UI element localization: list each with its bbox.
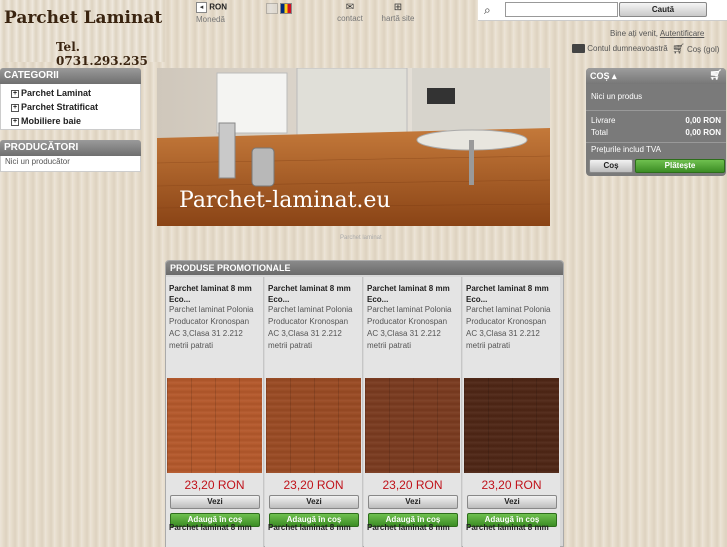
product-price: 23,20 RON xyxy=(382,478,443,492)
product-title-next[interactable]: Parchet laminat 8 mm xyxy=(367,523,450,532)
plus-icon[interactable]: + xyxy=(11,117,19,126)
login-link[interactable]: Autentificare xyxy=(660,29,704,38)
site-logo[interactable]: Parchet Laminat Tel. 0731.293.235 xyxy=(0,0,165,68)
currency-arrow-icon: ◂ xyxy=(196,2,207,13)
view-button[interactable]: Vezi xyxy=(368,495,458,509)
total-value: 0,00 RON xyxy=(685,128,721,137)
product-card: Parchet laminat 8 mm Eco... Parchet lami… xyxy=(265,277,363,547)
product-image[interactable] xyxy=(365,378,460,473)
category-label: Mobiliere baie xyxy=(21,116,82,126)
shipping-label: Livrare xyxy=(591,116,616,125)
product-description: Parchet laminat Polonia Producator Krono… xyxy=(268,305,353,350)
product-title[interactable]: Parchet laminat 8 mm Eco... xyxy=(466,283,558,305)
account-link-label: Contul dumneavoastră xyxy=(587,44,668,53)
cart-panel: COȘ ▴ 🛒︎ Nici un produs Livrare 0,00 RON … xyxy=(586,68,726,176)
category-label: Parchet Stratificat xyxy=(21,102,99,112)
cart-shipping-row: Livrare 0,00 RON xyxy=(586,115,726,127)
product-description: Parchet laminat Polonia Producator Krono… xyxy=(367,305,452,350)
contact-label: contact xyxy=(337,14,363,23)
category-item-mobiliere-baie[interactable]: + Mobiliere baie xyxy=(1,114,140,128)
vat-note: Prețurile includ TVA xyxy=(591,145,661,154)
producers-panel: PRODUCĂTORI Nici un producător xyxy=(0,140,141,172)
plus-icon[interactable]: + xyxy=(11,103,19,112)
search-input[interactable] xyxy=(505,2,618,17)
product-image[interactable] xyxy=(266,378,361,473)
product-description: Parchet laminat Polonia Producator Krono… xyxy=(466,305,551,350)
collapse-arrow-icon[interactable]: ▴ xyxy=(612,71,617,81)
view-button[interactable]: Vezi xyxy=(467,495,557,509)
product-image[interactable] xyxy=(167,378,262,473)
cart-divider xyxy=(586,142,726,143)
currency-label: Monedă xyxy=(196,15,225,24)
product-title-next[interactable]: Parchet laminat 8 mm xyxy=(466,523,549,532)
product-description: Parchet laminat Polonia Producator Krono… xyxy=(169,305,254,350)
producers-empty-text: Nici un producător xyxy=(0,156,141,172)
category-label: Parchet Laminat xyxy=(21,88,92,98)
currency-selector[interactable]: ◂ RON xyxy=(196,2,227,13)
cart-total-row: Total 0,00 RON xyxy=(586,127,726,139)
category-item-parchet-stratificat[interactable]: + Parchet Stratificat xyxy=(1,100,140,114)
checkout-button[interactable]: Plătește xyxy=(635,159,725,173)
cart-icon: 🛒︎ xyxy=(672,44,685,55)
categories-panel: CATEGORII + Parchet Laminat + Parchet Stra… xyxy=(0,68,141,130)
welcome-block: Bine ați venit, Autentificare xyxy=(610,29,704,38)
plus-icon[interactable]: + xyxy=(11,89,19,98)
product-image[interactable] xyxy=(464,378,559,473)
product-title-next[interactable]: Parchet laminat 8 mm xyxy=(169,523,252,532)
promo-panel: PRODUSE PROMOTIONALE Parchet laminat 8 m… xyxy=(165,260,564,547)
product-card: Parchet laminat 8 mm Eco... Parchet lami… xyxy=(364,277,462,547)
product-card: Parchet laminat 8 mm Eco... Parchet lami… xyxy=(166,277,264,547)
banner-sublabel: Parchet laminat xyxy=(340,235,382,241)
product-price: 23,20 RON xyxy=(184,478,245,492)
product-title[interactable]: Parchet laminat 8 mm Eco... xyxy=(367,283,459,305)
product-card: Parchet laminat 8 mm Eco... Parchet lami… xyxy=(463,277,560,547)
category-item-parchet-laminat[interactable]: + Parchet Laminat xyxy=(1,86,140,100)
cart-button[interactable]: Coș xyxy=(589,159,633,173)
search-icon: ⌕ xyxy=(484,3,491,17)
logo-phone: Tel. 0731.293.235 xyxy=(56,40,148,68)
logo-title: Parchet Laminat xyxy=(4,8,163,28)
view-button[interactable]: Vezi xyxy=(170,495,260,509)
welcome-text: Bine ați venit, xyxy=(610,29,659,38)
product-price: 23,20 RON xyxy=(481,478,542,492)
product-title[interactable]: Parchet laminat 8 mm Eco... xyxy=(169,283,261,305)
producers-title: PRODUCĂTORI xyxy=(0,140,141,156)
account-link[interactable]: Contul dumneavoastră xyxy=(572,44,668,54)
banner-caption: Parchet-laminat.eu xyxy=(179,188,391,213)
search-button[interactable]: Caută xyxy=(619,2,707,17)
flag-ro-icon[interactable] xyxy=(280,3,293,14)
sitemap-icon: ⊞ xyxy=(393,2,403,13)
language-selector[interactable] xyxy=(266,3,293,14)
shipping-value: 0,00 RON xyxy=(685,116,721,125)
sitemap-link[interactable]: ⊞ hartă site xyxy=(380,2,416,23)
sitemap-label: hartă site xyxy=(381,14,415,23)
cart-link[interactable]: 🛒︎ Coș (gol) xyxy=(672,44,719,55)
flag-en-icon[interactable] xyxy=(266,3,278,14)
account-icon xyxy=(572,44,585,54)
product-title-next[interactable]: Parchet laminat 8 mm xyxy=(268,523,351,532)
cart-panel-icon: 🛒︎ xyxy=(709,70,722,81)
cart-link-label: Coș (gol) xyxy=(686,45,720,54)
view-button[interactable]: Vezi xyxy=(269,495,359,509)
product-title[interactable]: Parchet laminat 8 mm Eco... xyxy=(268,283,360,305)
total-label: Total xyxy=(591,128,608,137)
cart-empty-text: Nici un produs xyxy=(586,84,726,111)
currency-code: RON xyxy=(209,2,228,12)
contact-icon: ✉ xyxy=(345,2,355,13)
promo-title: PRODUSE PROMOTIONALE xyxy=(166,261,563,275)
cart-title-label: COȘ xyxy=(590,71,610,81)
cart-title[interactable]: COȘ ▴ xyxy=(590,68,617,84)
categories-title: CATEGORII xyxy=(0,68,141,84)
contact-link[interactable]: ✉ contact xyxy=(336,2,364,23)
banner-image[interactable]: Parchet-laminat.eu xyxy=(157,68,550,226)
product-price: 23,20 RON xyxy=(283,478,344,492)
